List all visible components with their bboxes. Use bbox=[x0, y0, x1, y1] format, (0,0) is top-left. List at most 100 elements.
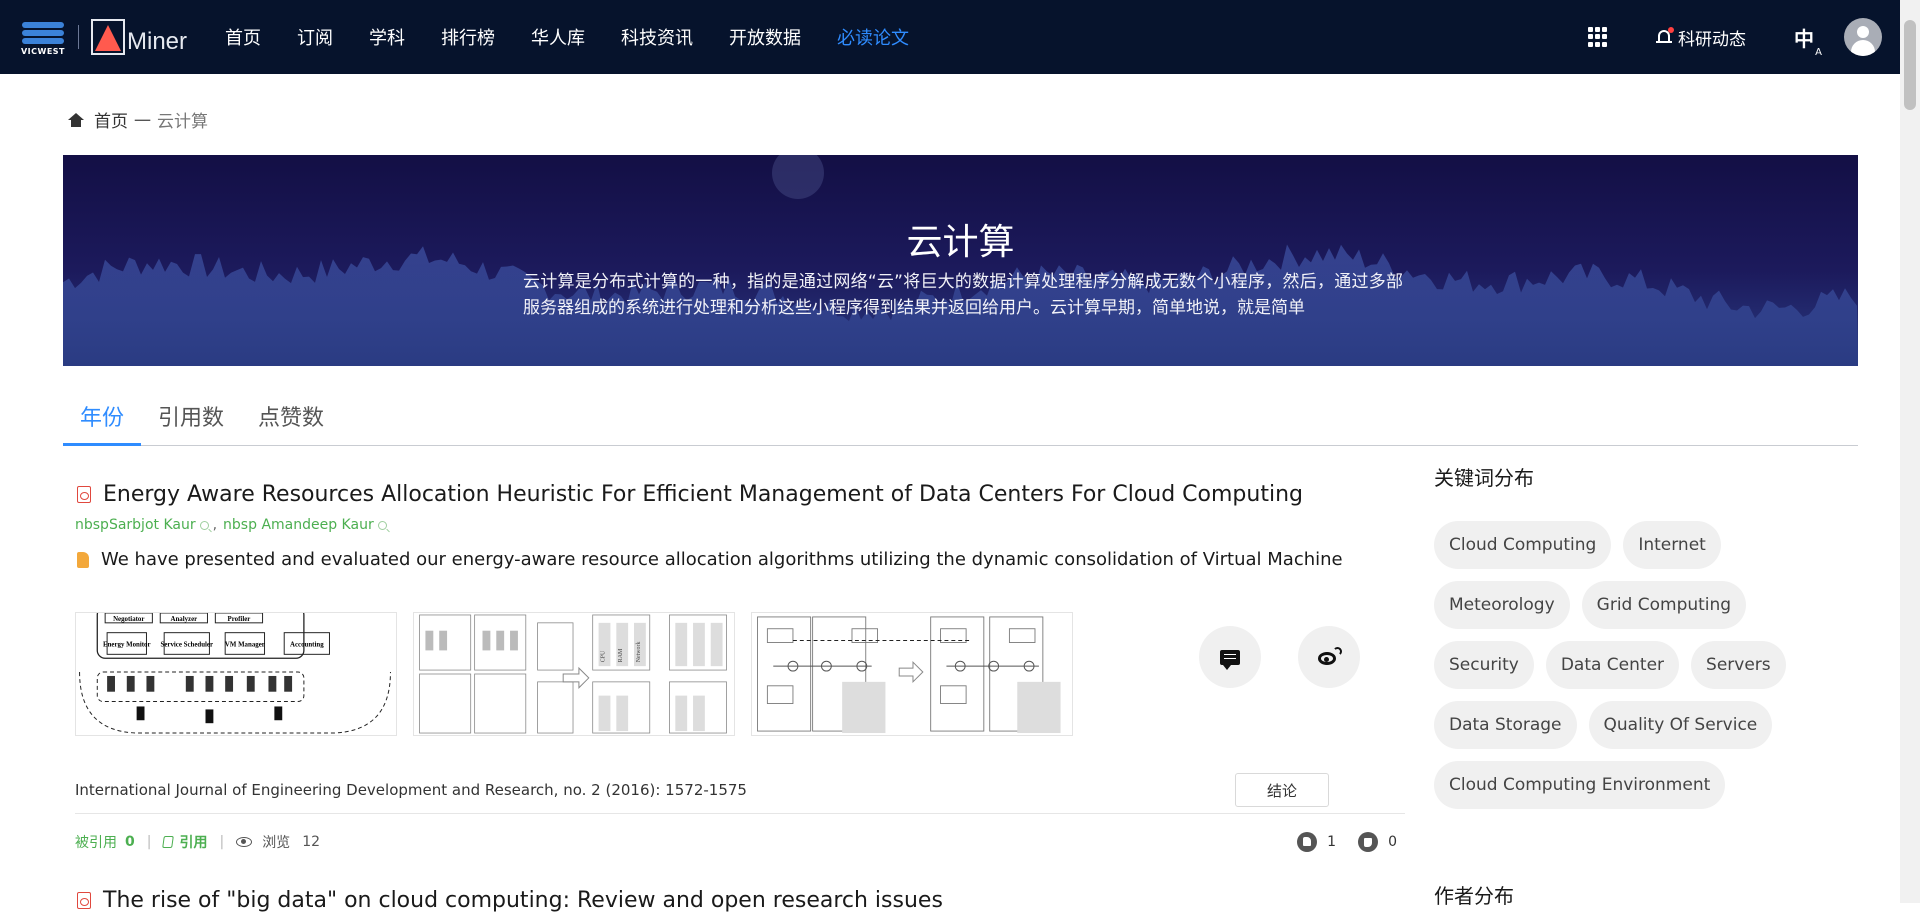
cite-button[interactable]: 引用 bbox=[179, 832, 207, 852]
paper-stats: 被引用 0 | 引用 | 浏览 12 1 0 bbox=[75, 832, 1397, 852]
share-weibo-button[interactable] bbox=[1298, 626, 1360, 688]
thumbs-down-icon[interactable] bbox=[1358, 832, 1379, 852]
breadcrumb-current: 云计算 bbox=[157, 112, 208, 132]
keywords-heading: 关键词分布 bbox=[1434, 466, 1534, 490]
nav-item-rankings[interactable]: 排行榜 bbox=[441, 24, 495, 50]
views-count: 12 bbox=[302, 834, 321, 850]
nav-item-home[interactable]: 首页 bbox=[225, 24, 261, 50]
vicwest-logo-icon: VICWEST bbox=[20, 20, 66, 56]
paper-figures: Negotiator Analyzer Profiler Energy Moni… bbox=[75, 612, 1089, 736]
aminer-logo-text: Miner bbox=[127, 28, 188, 55]
scrollbar-thumb[interactable] bbox=[1904, 20, 1916, 110]
figure-label: Negotiator bbox=[113, 616, 144, 623]
tab-citations[interactable]: 引用数 bbox=[141, 392, 241, 446]
author-name: nbspSarbjot Kaur bbox=[75, 517, 196, 533]
cite-icon[interactable] bbox=[162, 836, 175, 848]
search-icon bbox=[199, 520, 209, 530]
paper-title-link[interactable]: Energy Aware Resources Allocation Heuris… bbox=[103, 482, 1303, 507]
cited-by-count[interactable]: 0 bbox=[125, 834, 135, 850]
home-icon bbox=[68, 112, 84, 127]
abstract-row: We have presented and evaluated our ener… bbox=[77, 549, 1408, 570]
paper-authors: nbspSarbjot Kaur , nbsp Amandeep Kaur bbox=[75, 517, 1408, 533]
paper-card: Energy Aware Resources Allocation Heuris… bbox=[63, 470, 1408, 852]
user-avatar[interactable] bbox=[1844, 18, 1882, 56]
language-sub-label: A bbox=[1815, 46, 1822, 58]
vote-controls: 1 0 bbox=[1297, 832, 1397, 852]
weibo-icon bbox=[1318, 647, 1342, 665]
topic-banner: 云计算 云计算是分布式计算的一种，指的是通过网络“云”将巨大的数据计算处理程序分… bbox=[63, 155, 1858, 366]
paper-title-row: The rise of "big data" on cloud computin… bbox=[77, 888, 943, 913]
paper-title-link[interactable]: The rise of "big data" on cloud computin… bbox=[103, 888, 943, 913]
nav-item-disciplines[interactable]: 学科 bbox=[369, 24, 405, 50]
chat-icon bbox=[1220, 649, 1240, 670]
figure-label: RAM bbox=[618, 648, 624, 662]
nav-item-subscribe[interactable]: 订阅 bbox=[297, 24, 333, 50]
keyword-tag[interactable]: Security bbox=[1434, 641, 1534, 689]
apps-grid-icon[interactable] bbox=[1588, 27, 1608, 47]
keyword-tag[interactable]: Cloud Computing bbox=[1434, 521, 1612, 569]
keyword-sidebar: 关键词分布 Cloud Computing Internet Meteorolo… bbox=[1434, 462, 1834, 821]
language-switch-icon[interactable]: 中A bbox=[1794, 23, 1822, 58]
keyword-tag[interactable]: Cloud Computing Environment bbox=[1434, 761, 1726, 809]
figure-label: CPU bbox=[601, 650, 607, 662]
page-scrollbar[interactable] bbox=[1900, 0, 1920, 903]
author-name: nbsp Amandeep Kaur bbox=[223, 517, 374, 533]
nav-item-must-read-papers[interactable]: 必读论文 bbox=[837, 24, 909, 50]
author-link[interactable]: nbsp Amandeep Kaur bbox=[223, 517, 387, 533]
quote-icon bbox=[77, 551, 89, 568]
logo-group[interactable]: VICWEST Miner bbox=[20, 18, 187, 56]
pdf-icon[interactable] bbox=[77, 892, 91, 909]
figure-label: Network bbox=[636, 642, 642, 663]
comment-button[interactable] bbox=[1199, 626, 1261, 688]
language-label: 中 bbox=[1794, 26, 1814, 51]
keyword-tag[interactable]: Meteorology bbox=[1434, 581, 1570, 629]
nav-item-chinese-scholars[interactable]: 华人库 bbox=[531, 24, 585, 50]
conclusion-button[interactable]: 结论 bbox=[1235, 773, 1329, 807]
keyword-tag[interactable]: Servers bbox=[1691, 641, 1786, 689]
tab-year[interactable]: 年份 bbox=[63, 392, 142, 446]
authors-heading: 作者分布 bbox=[1434, 884, 1514, 908]
paper-figure[interactable] bbox=[751, 612, 1073, 736]
nav-right-tools: 科研动态 中A bbox=[1588, 0, 1900, 74]
banner-title: 云计算 bbox=[906, 222, 1015, 263]
pdf-icon[interactable] bbox=[77, 486, 91, 503]
figure-label: Accounting bbox=[290, 641, 324, 648]
research-updates-label: 科研动态 bbox=[1678, 29, 1746, 50]
stats-separator: | bbox=[146, 834, 152, 850]
nav-item-tech-news[interactable]: 科技资讯 bbox=[621, 24, 693, 50]
figure-label: Service Scheduler bbox=[161, 641, 214, 648]
dislike-count: 0 bbox=[1388, 834, 1397, 850]
paper-venue: International Journal of Engineering Dev… bbox=[75, 781, 747, 799]
paper-title-row: Energy Aware Resources Allocation Heuris… bbox=[77, 482, 1408, 507]
stats-separator: | bbox=[219, 834, 225, 850]
author-separator: , bbox=[212, 517, 218, 533]
eye-icon bbox=[236, 837, 253, 847]
aminer-logo-icon bbox=[91, 19, 125, 55]
thumbs-up-icon[interactable] bbox=[1297, 832, 1318, 852]
keyword-tags: Cloud Computing Internet Meteorology Gri… bbox=[1434, 521, 1814, 821]
keyword-tag[interactable]: Data Center bbox=[1545, 641, 1680, 689]
paper-figure[interactable]: CPU RAM Network bbox=[413, 612, 735, 736]
breadcrumb-home-link[interactable]: 首页 bbox=[94, 107, 128, 132]
cited-by-label[interactable]: 被引用 bbox=[75, 832, 117, 852]
keyword-tag[interactable]: Internet bbox=[1623, 521, 1721, 569]
research-updates-button[interactable]: 科研动态 bbox=[1656, 25, 1746, 50]
like-count: 1 bbox=[1327, 834, 1337, 850]
keyword-tag[interactable]: Grid Computing bbox=[1581, 581, 1747, 629]
nav-item-open-data[interactable]: 开放数据 bbox=[729, 24, 801, 50]
author-link[interactable]: nbspSarbjot Kaur bbox=[75, 517, 209, 533]
paper-figure[interactable]: Negotiator Analyzer Profiler Energy Moni… bbox=[75, 612, 397, 736]
vicwest-logo-text: VICWEST bbox=[20, 47, 66, 56]
tab-likes[interactable]: 点赞数 bbox=[241, 392, 341, 446]
venue-row: International Journal of Engineering Dev… bbox=[75, 770, 1375, 810]
sort-tabs: 年份 引用数 点赞数 bbox=[63, 392, 1858, 446]
logo-divider bbox=[78, 25, 79, 49]
card-divider bbox=[75, 813, 1405, 814]
breadcrumb-separator: 一 bbox=[134, 112, 151, 132]
figure-label: Profiler bbox=[228, 616, 251, 623]
keyword-tag[interactable]: Quality Of Service bbox=[1588, 701, 1773, 749]
search-icon bbox=[377, 520, 387, 530]
keyword-tag[interactable]: Data Storage bbox=[1434, 701, 1577, 749]
figure-label: Energy Monitor bbox=[103, 641, 151, 648]
top-nav: VICWEST Miner 首页 订阅 学科 排行榜 华人库 科技资讯 开放数据… bbox=[0, 0, 1900, 74]
